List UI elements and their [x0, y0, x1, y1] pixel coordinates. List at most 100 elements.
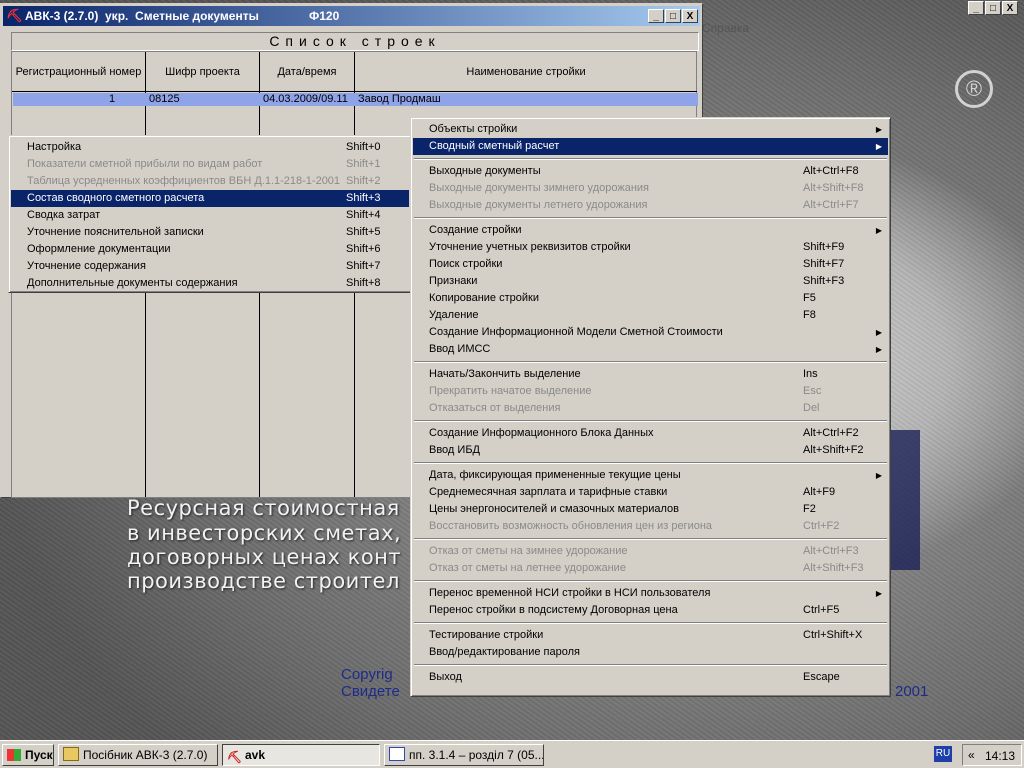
menu-item[interactable]: Копирование стройки F5 [413, 290, 888, 307]
taskbar-task-active[interactable]: ⛏ avk [222, 744, 380, 766]
menu-item[interactable]: Выходные документы Alt+Ctrl+F8 [413, 163, 888, 180]
menu-item-shortcut: F5 [803, 292, 816, 304]
menu-item[interactable]: Ввод/редактирование пароля [413, 644, 888, 661]
folder-icon [63, 747, 79, 761]
menu-item-shortcut: Shift+3 [346, 192, 381, 204]
app-icon: ⛏ [227, 750, 243, 764]
menu-item-label: Уточнение учетных реквизитов стройки [429, 241, 631, 253]
project-context-menu: Объекты стройки ▶ Сводный сметный расчет ▶ В… [410, 117, 891, 697]
menu-item-shortcut: Alt+Shift+F3 [803, 562, 864, 574]
menu-item-shortcut: Ctrl+Shift+X [803, 629, 863, 641]
menu-item[interactable]: Прекратить начатое выделение Esc [413, 383, 888, 400]
menu-item[interactable]: Создание стройки ▶ [413, 222, 888, 239]
menu-item[interactable]: Создание Информационной Модели Сметной С… [413, 324, 888, 341]
language-indicator[interactable]: RU [934, 746, 952, 762]
menu-help[interactable]: Справка [702, 21, 749, 35]
menu-item-label: Уточнение пояснительной записки [27, 226, 204, 238]
menu-item-shortcut: Shift+1 [346, 158, 381, 170]
menu-item-shortcut: Shift+2 [346, 175, 381, 187]
menu-separator [414, 580, 887, 582]
menu-item[interactable]: Отказ от сметы на летнее удорожание Alt+S… [413, 560, 888, 577]
menu-item[interactable]: Уточнение пояснительной записки Shift+5 [11, 224, 409, 241]
menu-item-label: Удаление [429, 309, 479, 321]
taskbar-task[interactable]: Посібник АВК-3 (2.7.0) [58, 744, 218, 766]
column-header[interactable]: Шифр проекта [146, 52, 260, 92]
menu-item[interactable]: Создание Информационного Блока Данных Alt… [413, 425, 888, 442]
background-text-line: Ресурсная стоимостная [127, 496, 400, 520]
menu-item[interactable]: Восстановить возможность обновления цен … [413, 518, 888, 535]
menu-item-label: Начать/Закончить выделение [429, 368, 581, 380]
menu-item[interactable]: Показатели сметной прибыли по видам рабо… [11, 156, 409, 173]
menu-item[interactable]: Настройка Shift+0 [11, 139, 409, 156]
menu-item[interactable]: Среднемесячная зарплата и тарифные ставк… [413, 484, 888, 501]
cell-number: 1 [109, 93, 116, 105]
table-row[interactable]: 1 08125 04.03.2009/09.11 Завод Продмаш [13, 93, 698, 106]
submenu-arrow-icon: ▶ [875, 125, 882, 134]
menu-item[interactable]: Дата, фиксирующая примененные текущие це… [413, 467, 888, 484]
menu-item-label: Отказ от сметы на летнее удорожание [429, 562, 626, 574]
menu-item[interactable]: Ввод ИБД Alt+Shift+F2 [413, 442, 888, 459]
close-button[interactable]: X [682, 9, 698, 23]
menu-item-label: Выход [429, 671, 462, 683]
menu-item[interactable]: Выходные документы летнего удорожания Alt… [413, 197, 888, 214]
menu-item-shortcut: Shift+5 [346, 226, 381, 238]
menu-item[interactable]: Признаки Shift+F3 [413, 273, 888, 290]
menu-item-label: Состав сводного сметного расчета [27, 192, 205, 204]
app-window-controls: _ □ X [968, 1, 1018, 15]
minimize-button[interactable]: _ [648, 9, 664, 23]
menu-item[interactable]: Оформление документации Shift+6 [11, 241, 409, 258]
cell-code: 08125 [149, 93, 180, 105]
menu-item[interactable]: Перенос стройки в подсистему Договорная … [413, 602, 888, 619]
menu-item-label: Перенос временной НСИ стройки в НСИ поль… [429, 587, 711, 599]
menu-item-shortcut: Shift+8 [346, 277, 381, 289]
menu-separator [414, 622, 887, 624]
registered-mark: ® [955, 70, 993, 108]
menu-item[interactable]: Тестирование стройки Ctrl+Shift+X [413, 627, 888, 644]
menu-item[interactable]: Объекты стройки ▶ [413, 121, 888, 138]
menu-item[interactable]: Поиск стройки Shift+F7 [413, 256, 888, 273]
column-header[interactable]: Наименование стройки [355, 52, 697, 92]
taskbar-task[interactable]: пп. 3.1.4 – розділ 7 (05... [384, 744, 544, 766]
start-button[interactable]: Пуск [2, 744, 54, 766]
tray-expand-icon[interactable]: « [968, 748, 975, 762]
menu-item[interactable]: Уточнение содержания Shift+7 [11, 258, 409, 275]
menu-item[interactable]: Отказаться от выделения Del [413, 400, 888, 417]
menu-item-shortcut: Shift+F7 [803, 258, 845, 270]
menu-item[interactable]: Сводка затрат Shift+4 [11, 207, 409, 224]
clock: 14:13 [985, 749, 1016, 763]
menu-item[interactable]: Начать/Закончить выделение Ins [413, 366, 888, 383]
column-header[interactable]: Дата/время [260, 52, 355, 92]
column-header[interactable]: Регистрационный номер [12, 52, 146, 92]
maximize-button[interactable]: □ [665, 9, 681, 23]
menu-item-shortcut: Alt+F9 [803, 486, 836, 498]
menu-item[interactable]: Цены энергоносителей и смазочных материа… [413, 501, 888, 518]
maximize-button[interactable]: □ [985, 1, 1001, 15]
window-form-code: Ф120 [309, 9, 340, 23]
menu-item-label: Отказаться от выделения [429, 402, 561, 414]
close-button[interactable]: X [1002, 1, 1018, 15]
menu-item[interactable]: Выходные документы зимнего удорожания Alt… [413, 180, 888, 197]
system-tray: « 14:13 [962, 744, 1022, 766]
menu-item[interactable]: Сводный сметный расчет ▶ [413, 138, 888, 155]
menu-item[interactable]: Удаление F8 [413, 307, 888, 324]
menu-item[interactable]: Перенос временной НСИ стройки в НСИ поль… [413, 585, 888, 602]
menu-item[interactable]: Выход Escape [413, 669, 888, 686]
menu-item-label: Прекратить начатое выделение [429, 385, 592, 397]
minimize-button[interactable]: _ [968, 1, 984, 15]
submenu-arrow-icon: ▶ [875, 345, 882, 354]
menu-item-label: Признаки [429, 275, 478, 287]
menu-item[interactable]: Отказ от сметы на зимнее удорожание Alt+C… [413, 543, 888, 560]
menu-item[interactable]: Ввод ИМСС ▶ [413, 341, 888, 358]
menu-item[interactable]: Таблица усредненных коэффициентов ВБН Д.… [11, 173, 409, 190]
menu-item-shortcut: Ins [803, 368, 818, 380]
menu-item[interactable]: Состав сводного сметного расчета Shift+3 [11, 190, 409, 207]
menu-item-shortcut: Shift+0 [346, 141, 381, 153]
menu-item[interactable]: Уточнение учетных реквизитов стройки Shif… [413, 239, 888, 256]
cell-datetime: 04.03.2009/09.11 [263, 93, 348, 105]
menu-item[interactable]: Дополнительные документы содержания Shift… [11, 275, 409, 292]
windows-logo-icon [7, 749, 21, 761]
title-bar[interactable]: ⛏ АВК-3 (2.7.0) укр. Сметные документы Ф… [3, 6, 700, 26]
task-label: avk [245, 748, 266, 762]
cell-name: Завод Продмаш [358, 93, 441, 105]
menu-item-shortcut: Del [803, 402, 820, 414]
